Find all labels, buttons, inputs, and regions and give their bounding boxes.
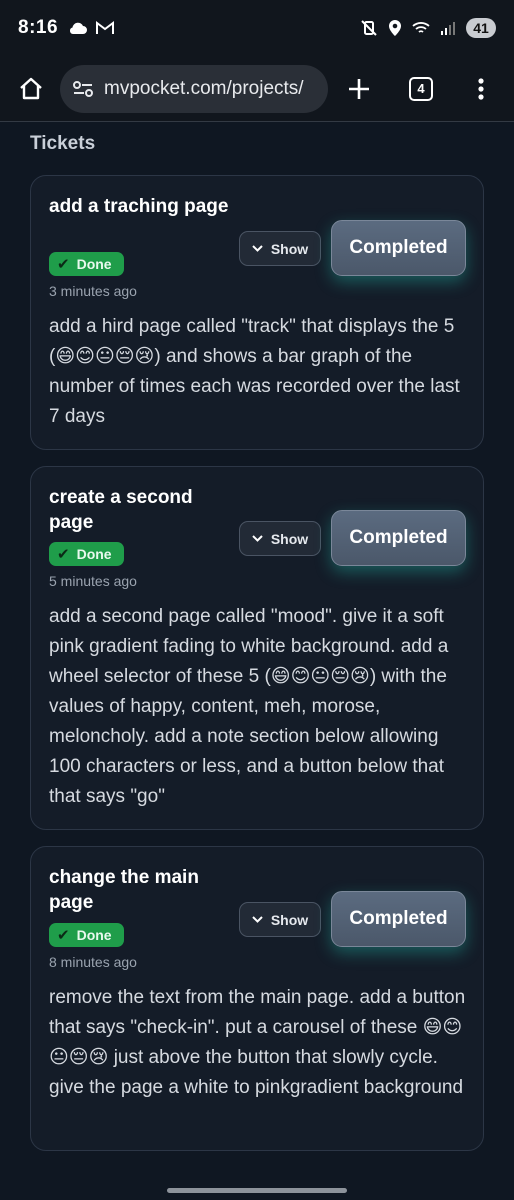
- completed-button[interactable]: Completed: [331, 220, 466, 276]
- status-label: Done: [76, 256, 112, 272]
- check-icon: ✔: [57, 927, 70, 944]
- location-icon: [389, 20, 401, 36]
- ticket-title: create a second page: [49, 487, 193, 533]
- chevron-down-icon: [252, 916, 263, 923]
- ticket-time: 5 minutes ago: [49, 573, 137, 589]
- ticket-title: add a traching page: [49, 196, 229, 217]
- status-bar: 8:16 41: [0, 0, 514, 56]
- ticket-time: 8 minutes ago: [49, 954, 137, 970]
- browser-toolbar: mvpocket.com/projects/ 4: [0, 56, 514, 122]
- completed-button[interactable]: Completed: [331, 891, 466, 947]
- show-button[interactable]: Show: [239, 231, 321, 266]
- plus-icon: [349, 78, 369, 99]
- tab-count: 4: [409, 76, 433, 101]
- tab-switcher-button[interactable]: 4: [402, 70, 440, 108]
- show-label: Show: [270, 530, 309, 547]
- show-label: Show: [270, 911, 309, 928]
- status-badge: ✔ Done: [49, 923, 124, 947]
- new-tab-button[interactable]: [340, 70, 378, 108]
- gmail-icon: [96, 21, 115, 34]
- cloud-icon: [69, 22, 88, 34]
- section-title: Tickets: [30, 133, 96, 154]
- ticket-description: remove the text from the main page. add …: [49, 987, 466, 1098]
- status-label: Done: [76, 546, 112, 562]
- ticket-description: add a second page called "mood". give it…: [49, 606, 449, 807]
- completed-button[interactable]: Completed: [331, 510, 466, 566]
- battery-indicator: 41: [466, 18, 496, 38]
- clock: 8:16: [18, 17, 59, 38]
- signal-icon: [441, 22, 455, 35]
- ticket-card: add a traching page ✔ Done 3 minutes ago…: [30, 175, 484, 450]
- overflow-menu-button[interactable]: [462, 70, 500, 108]
- ticket-card: create a second page ✔ Done 5 minutes ag…: [30, 466, 484, 830]
- gesture-nav-bar[interactable]: [167, 1188, 347, 1193]
- status-badge: ✔ Done: [49, 542, 124, 566]
- more-vert-icon: [478, 77, 484, 100]
- chevron-down-icon: [252, 245, 263, 252]
- show-label: Show: [270, 240, 309, 257]
- chevron-down-icon: [252, 535, 263, 542]
- ticket-title: change the main page: [49, 867, 199, 913]
- home-button[interactable]: [12, 70, 50, 108]
- ticket-description: add a hird page called "track" that disp…: [49, 316, 460, 427]
- status-label: Done: [76, 927, 112, 943]
- check-icon: ✔: [57, 256, 70, 273]
- address-bar[interactable]: mvpocket.com/projects/: [60, 64, 328, 113]
- ticket-card: change the main page ✔ Done 8 minutes ag…: [30, 846, 484, 1151]
- url-text: mvpocket.com/projects/: [104, 77, 304, 99]
- mute-vibrate-icon: [361, 20, 377, 36]
- ticket-time: 3 minutes ago: [49, 283, 137, 299]
- show-button[interactable]: Show: [239, 521, 321, 556]
- site-settings-icon: [73, 80, 93, 97]
- wifi-icon: [412, 22, 430, 33]
- check-icon: ✔: [57, 546, 70, 563]
- status-badge: ✔ Done: [49, 252, 124, 276]
- home-icon: [20, 77, 42, 99]
- show-button[interactable]: Show: [239, 902, 321, 937]
